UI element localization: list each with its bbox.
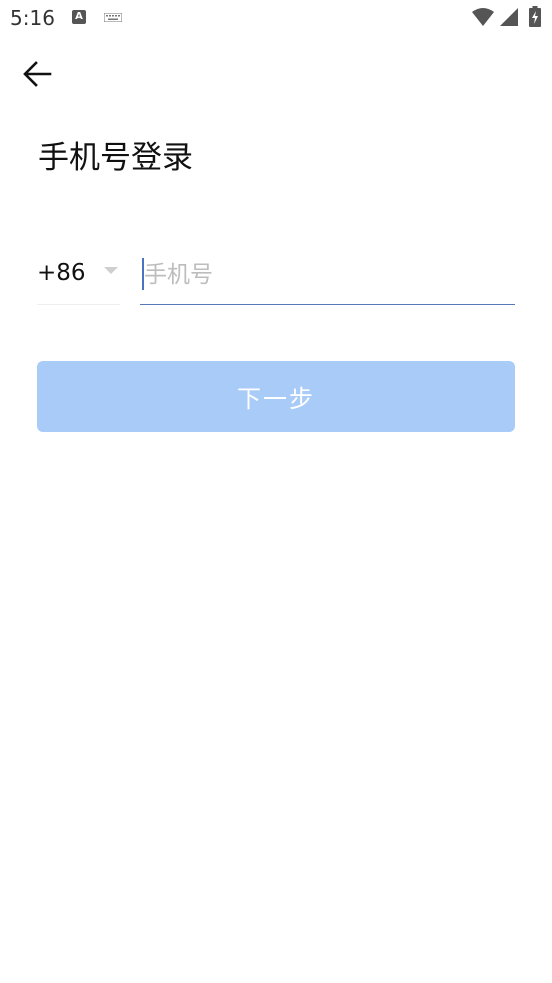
- status-bar: 5:16 A: [0, 0, 552, 36]
- phone-input[interactable]: [140, 250, 516, 300]
- next-button[interactable]: 下一步: [37, 361, 515, 432]
- caret-down-icon: [104, 267, 118, 274]
- wifi-icon: [472, 8, 494, 26]
- text-cursor: [142, 258, 144, 290]
- keyboard-icon: [104, 13, 122, 22]
- arrow-left-icon: [23, 61, 52, 87]
- signal-icon: [500, 8, 518, 26]
- login-screen: 5:16 A 手机号登录 +86 手机号 下一步: [0, 0, 552, 983]
- country-code-selector[interactable]: +86: [37, 250, 120, 305]
- a-notification-icon: A: [72, 10, 86, 24]
- phone-field: [140, 250, 516, 305]
- page-title: 手机号登录: [38, 140, 193, 176]
- country-code-value: +86: [37, 260, 86, 286]
- status-time: 5:16: [10, 6, 55, 30]
- battery-charging-icon: [529, 6, 541, 27]
- back-button[interactable]: [18, 56, 56, 92]
